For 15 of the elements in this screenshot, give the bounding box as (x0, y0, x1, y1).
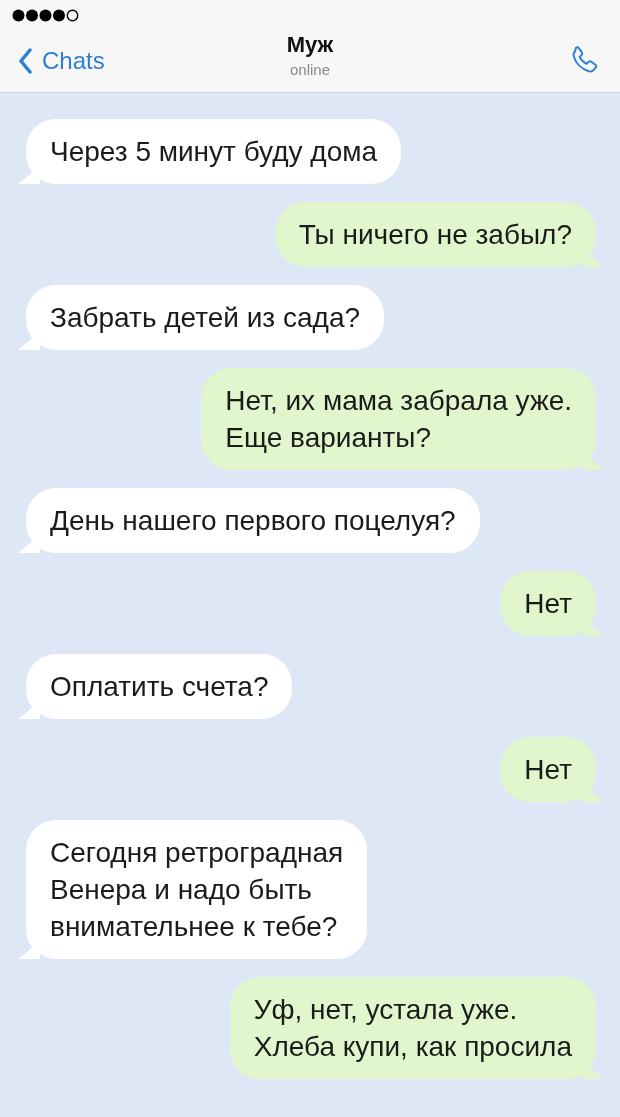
signal-icon (12, 8, 80, 22)
message-bubble: Забрать детей из сада? (18, 285, 385, 350)
chevron-left-icon (18, 48, 32, 74)
message-bubble: Уф, нет, устала уже. Хлеба купи, как просила (229, 977, 604, 1079)
message-bubble: Нет (500, 737, 604, 802)
message-bubble: День нашего первого поцелуя? (18, 488, 480, 553)
back-button[interactable]: Chats (18, 47, 105, 75)
contact-name: Муж (286, 32, 334, 58)
message-bubble: Ты ничего не забыл? (274, 202, 604, 267)
message-bubble: Оплатить счета? (18, 654, 293, 719)
contact-status: online (289, 61, 330, 78)
message-bubble: Сегодня ретроградная Венера и надо быть внимательнее к тебе? (18, 820, 368, 959)
message-bubble: Нет (500, 571, 604, 636)
message-bubble: Через 5 минут буду дома (18, 119, 402, 184)
message-bubble: Нет, их мама забрала уже. Еще варианты? (201, 368, 604, 470)
